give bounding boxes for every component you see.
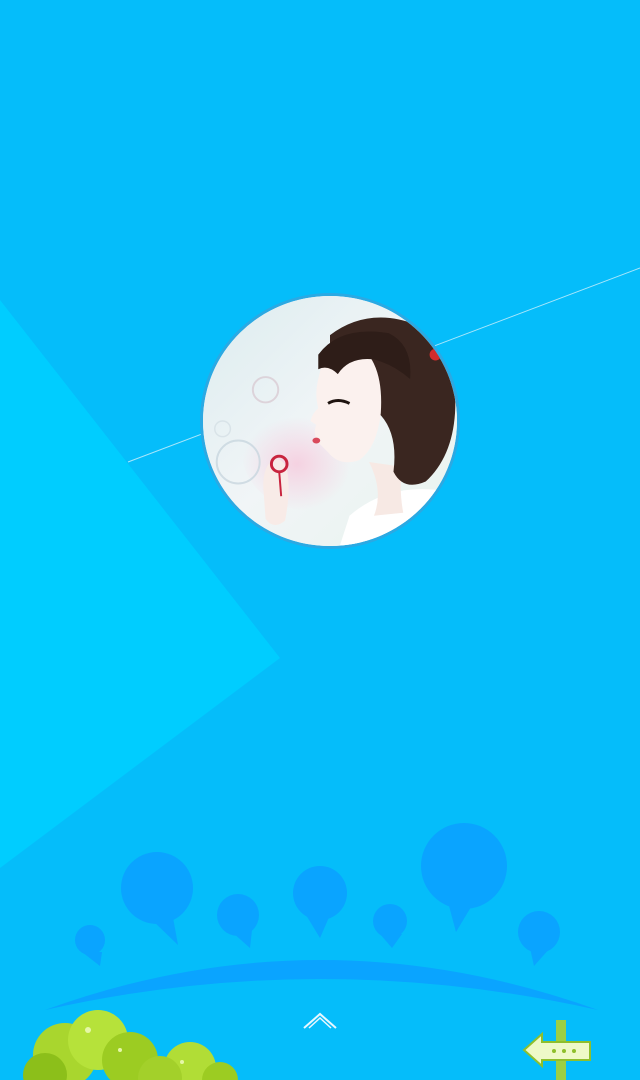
portrait-illustration (203, 296, 457, 546)
chevron-up-icon[interactable] (300, 1006, 340, 1032)
profile-avatar[interactable] (200, 293, 460, 549)
back-arrow-signpost-icon[interactable] (520, 1016, 600, 1080)
